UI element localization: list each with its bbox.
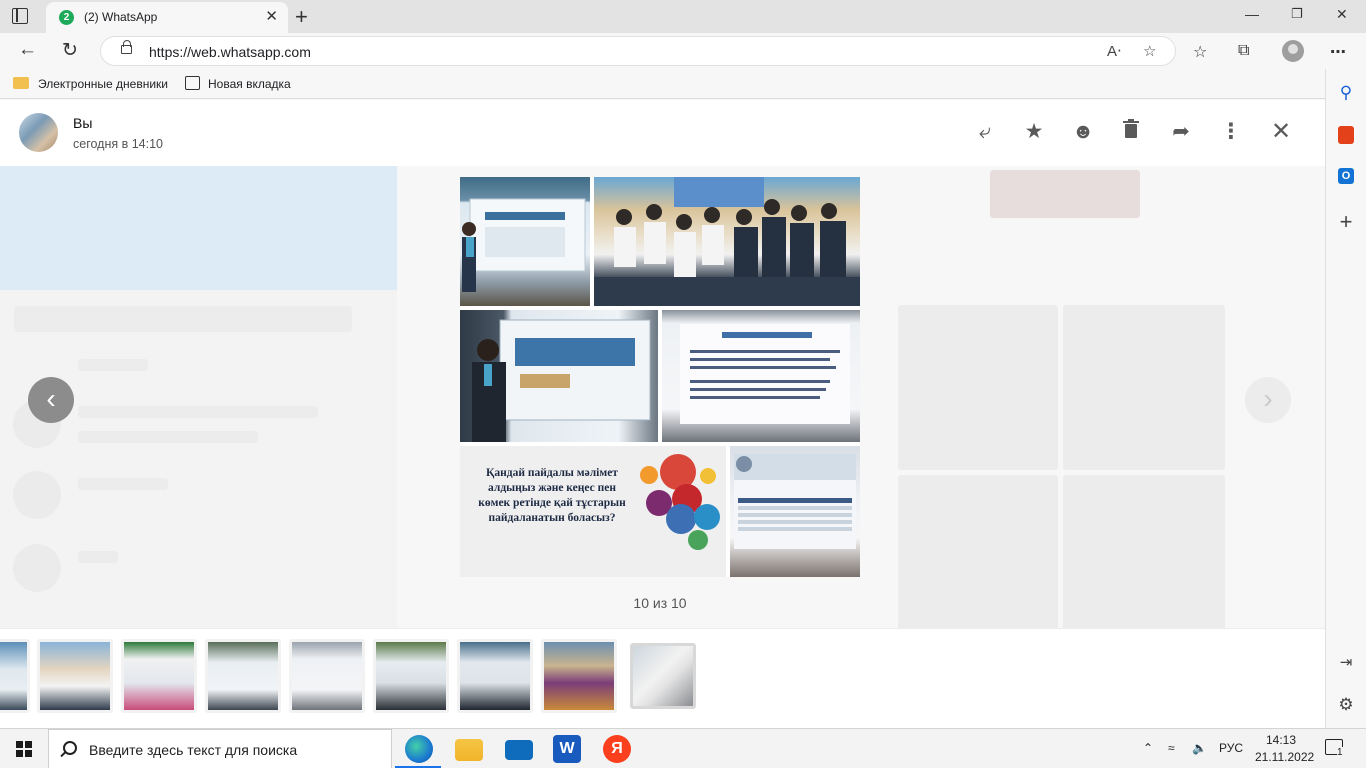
photo-table-slide xyxy=(730,446,860,577)
emoji-react-icon[interactable]: ☻ xyxy=(1070,119,1096,145)
taskbar-search-placeholder: Введите здесь текст для поиска xyxy=(89,742,298,758)
sender-name: Вы xyxy=(73,115,93,131)
outlook-icon[interactable]: O xyxy=(1338,168,1354,184)
back-arrow-icon[interactable]: ← xyxy=(18,39,37,61)
thumbnail[interactable] xyxy=(205,639,281,713)
word-icon[interactable]: W xyxy=(553,735,581,763)
tab-whatsapp[interactable]: 2 (2) WhatsApp ✕ xyxy=(46,2,288,33)
browser-tab-bar: 2 (2) WhatsApp ✕ + — ❐ ✕ xyxy=(0,0,1366,33)
lock-icon xyxy=(121,40,132,54)
whatsapp-favicon-icon: 2 xyxy=(59,10,74,25)
favorites-icon[interactable]: ☆ xyxy=(1193,42,1207,62)
photo-question-slide: Қандай пайдалы мәлімет алдыңыз және кеңе… xyxy=(460,446,726,577)
edge-browser-icon[interactable] xyxy=(405,735,433,763)
restore-icon[interactable]: ❐ xyxy=(1291,6,1303,22)
folder-icon xyxy=(13,77,29,89)
thumbnail[interactable] xyxy=(37,639,113,713)
previous-media-button[interactable]: ‹ xyxy=(28,377,74,423)
sender-time: сегодня в 14:10 xyxy=(73,137,163,151)
tab-title: (2) WhatsApp xyxy=(84,10,158,24)
windows-taskbar: Введите здесь текст для поиска W Я ⌃ ≈ 🔈… xyxy=(0,728,1366,768)
thumbnail[interactable] xyxy=(121,639,197,713)
media-counter: 10 из 10 xyxy=(633,595,687,611)
more-options-icon[interactable]: ⋮ xyxy=(1218,119,1244,145)
question-slide-text: Қандай пайдалы мәлімет алдыңыз және кеңе… xyxy=(478,467,626,524)
new-tab-button[interactable]: + xyxy=(295,4,308,30)
media-viewer-header: Вы сегодня в 14:10 ⤶ ★ ☻ ➦ ⋮ ✕ xyxy=(0,100,1325,166)
profile-avatar[interactable] xyxy=(1282,40,1304,62)
clock-date[interactable]: 21.11.2022 xyxy=(1255,750,1314,764)
whatsapp-web: Вы сегодня в 14:10 ⤶ ★ ☻ ➦ ⋮ ✕ ‹ › Қанда… xyxy=(0,100,1325,728)
taskbar-search-box[interactable]: Введите здесь текст для поиска xyxy=(48,729,392,768)
forward-icon[interactable]: ➦ xyxy=(1168,119,1194,145)
new-tab-page-icon xyxy=(185,76,200,90)
add-favorite-icon[interactable]: ☆ xyxy=(1143,42,1156,60)
close-viewer-icon[interactable]: ✕ xyxy=(1268,119,1294,145)
sender-avatar[interactable] xyxy=(19,113,58,152)
photo-slide-text xyxy=(662,310,860,442)
volume-icon[interactable]: 🔈 xyxy=(1192,741,1207,755)
delete-icon[interactable] xyxy=(1118,119,1144,145)
url-field[interactable]: https://web.whatsapp.com A‧ ☆ xyxy=(100,36,1176,66)
bookmark-new-tab[interactable]: Новая вкладка xyxy=(208,77,291,91)
thumbnail[interactable] xyxy=(457,639,533,713)
address-bar-row: ← ↻ https://web.whatsapp.com A‧ ☆ ☆ ⧉ ⋯ xyxy=(0,33,1366,69)
thumbnail[interactable] xyxy=(0,639,30,713)
photo-students-group xyxy=(594,177,860,306)
collections-icon[interactable]: ⧉ xyxy=(1238,42,1249,60)
office-icon[interactable] xyxy=(1338,126,1354,144)
edge-sidebar: ⚲ O + ⇥ ⚙ xyxy=(1325,69,1366,728)
bookmark-diaries[interactable]: Электронные дневники xyxy=(38,77,168,91)
next-media-button[interactable]: › xyxy=(1245,377,1291,423)
refresh-icon[interactable]: ↻ xyxy=(62,39,78,62)
thumbnail-strip xyxy=(0,628,1325,728)
thumbnail[interactable] xyxy=(541,639,617,713)
add-sidebar-icon[interactable]: + xyxy=(1336,211,1356,233)
search-icon xyxy=(63,741,77,755)
yandex-browser-icon[interactable]: Я xyxy=(603,735,631,763)
star-icon[interactable]: ★ xyxy=(1021,119,1047,145)
photo-presentation-screen xyxy=(460,177,590,306)
network-icon[interactable]: ≈ xyxy=(1168,741,1175,755)
thumbnail[interactable] xyxy=(289,639,365,713)
photo-teacher-presenting xyxy=(460,310,658,442)
tab-actions-icon[interactable] xyxy=(12,8,28,24)
file-explorer-icon[interactable] xyxy=(455,739,483,761)
start-windows-icon[interactable] xyxy=(16,741,32,757)
show-hidden-icons-icon[interactable]: ⌃ xyxy=(1143,741,1153,755)
tab-close-icon[interactable]: ✕ xyxy=(265,7,278,25)
url-text: https://web.whatsapp.com xyxy=(149,44,311,60)
notification-count: 1 xyxy=(1337,747,1343,758)
input-language[interactable]: РУС xyxy=(1219,741,1243,755)
sidebar-toggle-icon[interactable]: ⇥ xyxy=(1336,653,1356,673)
media-image: Қандай пайдалы мәлімет алдыңыз және кеңе… xyxy=(460,177,860,577)
clock-time[interactable]: 14:13 xyxy=(1266,733,1296,747)
reply-icon[interactable]: ⤶ xyxy=(972,119,998,145)
read-aloud-icon[interactable]: A‧ xyxy=(1107,42,1122,60)
background-notification-banner xyxy=(0,166,397,290)
minimize-icon[interactable]: — xyxy=(1245,6,1259,22)
thumbnail[interactable] xyxy=(373,639,449,713)
more-menu-icon[interactable]: ⋯ xyxy=(1330,42,1346,62)
search-sidebar-icon[interactable]: ⚲ xyxy=(1336,83,1356,103)
bookmarks-bar: Электронные дневники Новая вкладка xyxy=(0,69,1325,99)
settings-gear-icon[interactable]: ⚙ xyxy=(1336,695,1356,715)
close-window-icon[interactable]: ✕ xyxy=(1336,6,1348,23)
mail-icon[interactable] xyxy=(505,740,533,760)
thumbnail-active[interactable] xyxy=(630,643,696,709)
